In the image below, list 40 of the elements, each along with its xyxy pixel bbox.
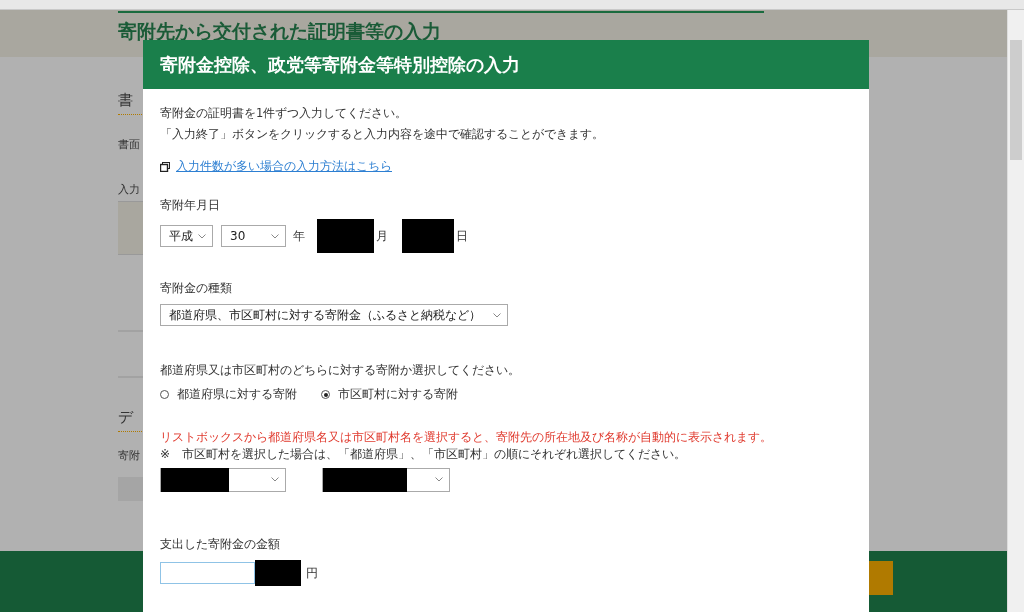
radio-option[interactable]: 市区町村に対する寄附 [321,387,458,402]
help-link[interactable]: 入力件数が多い場合の入力方法はこちら [176,159,392,174]
era-select[interactable]: 平成 [160,225,213,247]
city-select[interactable] [322,467,450,492]
chevron-down-icon [271,233,279,239]
section-heading: 書 [118,91,133,110]
scrollbar[interactable] [1007,10,1024,612]
redaction-box [255,560,301,586]
field-label: 寄附年月日 [160,198,220,213]
redaction-box [161,467,229,492]
section-heading: デ [118,408,133,427]
radio-option[interactable]: 都道府県に対する寄附 [160,387,297,402]
amount-field[interactable] [160,562,255,584]
prefecture-select[interactable] [160,467,286,492]
unit-label: 年 [293,227,305,245]
unit-label: 月 [376,227,388,245]
new-window-icon [160,161,170,172]
notice-text: リストボックスから都道府県名又は市区町村名を選択すると、寄附先の所在地及び名称が自動的に表示されます。 [160,430,772,445]
instruction-text: 「入力終了」ボタンをクリックすると入力内容を途中で確認することができます。 [160,126,605,143]
instruction-text: 都道府県又は市区町村のどちらに対する寄附か選択してください。 [160,362,520,379]
field-label: 寄附 [118,448,140,463]
field-label: 支出した寄附金の金額 [160,537,280,552]
note-text: ※ 市区町村を選択した場合は、「都道府県」、「市区町村」の順にそれぞれ選択してください。 [160,447,687,462]
field-label: 書面 [118,137,140,152]
footer-button[interactable] [868,561,893,595]
field-label: 入力 [118,182,140,197]
dialog-title: 寄附金控除、政党等寄附金等特別控除の入力 [160,52,520,77]
scrollbar-thumb[interactable] [1010,40,1022,160]
chevron-down-icon [198,233,206,239]
field-label: 寄附金の種類 [160,281,232,296]
redaction-box [402,219,454,253]
chevron-down-icon [271,477,279,482]
chevron-down-icon [435,477,443,482]
unit-label: 日 [456,227,468,245]
unit-label: 円 [306,564,318,582]
donation-type-select[interactable]: 都道府県、市区町村に対する寄附金（ふるさと納税など） [160,304,508,326]
instruction-text: 寄附金の証明書を1件ずつ入力してください。 [160,105,409,122]
redaction-box [317,219,374,253]
year-select[interactable]: 30 [221,225,286,247]
chevron-down-icon [493,312,501,318]
